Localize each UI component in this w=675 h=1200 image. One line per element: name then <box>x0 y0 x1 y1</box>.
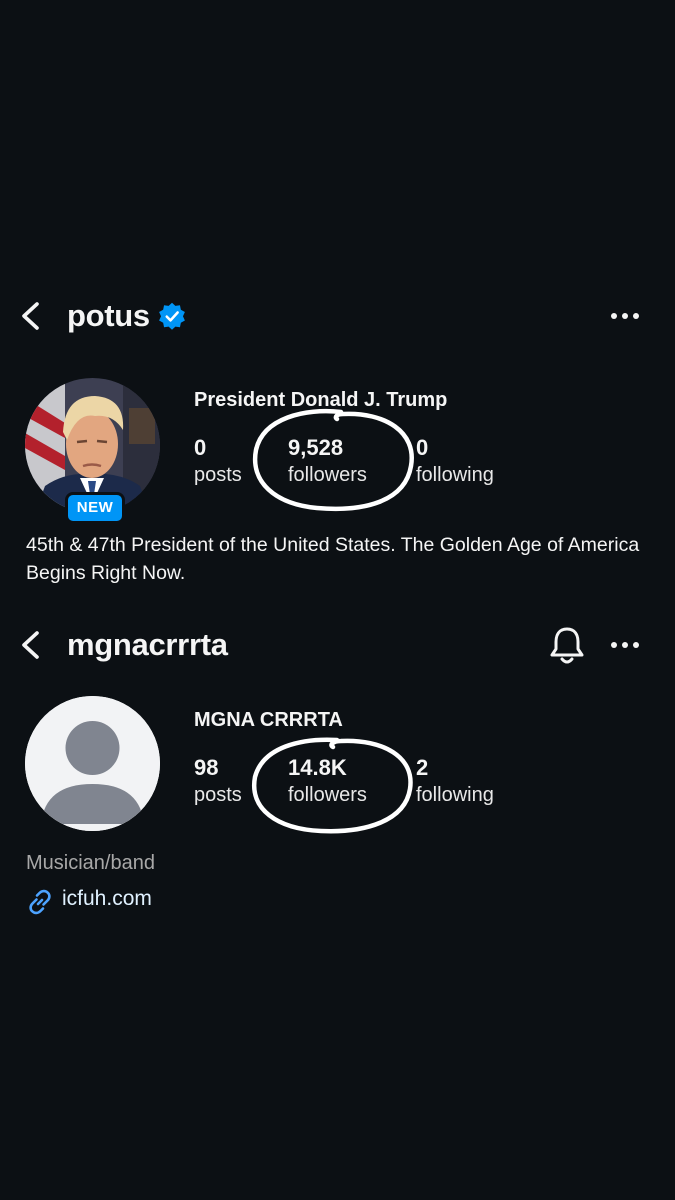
following-label[interactable]: following <box>416 784 494 807</box>
more-options-icon[interactable] <box>606 302 644 330</box>
bio-text: 45th & 47th President of the United Stat… <box>26 534 640 584</box>
more-options-icon[interactable] <box>606 631 644 659</box>
link-icon <box>29 889 51 915</box>
following-count[interactable]: 0 <box>416 435 428 461</box>
verified-badge-icon <box>159 302 185 330</box>
profile-username: potus <box>67 298 150 333</box>
profile-potus: potus NEW President Donald J. Trump 0 po… <box>0 286 675 596</box>
followers-label[interactable]: followers <box>288 784 367 807</box>
display-name: President Donald J. Trump <box>194 389 448 411</box>
display-name: MGNA CRRRTA <box>194 709 343 731</box>
new-badge: NEW <box>65 492 125 524</box>
hand-drawn-circle-annotation <box>252 409 414 512</box>
posts-label: posts <box>194 464 242 486</box>
following-count[interactable]: 2 <box>416 755 428 781</box>
back-chevron-icon[interactable] <box>14 625 48 665</box>
following-label[interactable]: following <box>416 464 494 487</box>
followers-count[interactable]: 14.8K <box>288 755 347 781</box>
posts-count: 0 <box>194 435 207 460</box>
profile-mgnacrrrta: mgnacrrrta MGNA CRRRTA 98 posts 14.8K fo… <box>0 615 675 925</box>
profile-header: potus <box>0 286 675 346</box>
posts-count: 98 <box>194 755 219 780</box>
followers-label[interactable]: followers <box>288 464 367 487</box>
bell-icon[interactable] <box>546 623 588 667</box>
profile-link[interactable]: icfuh.com <box>26 885 206 915</box>
posts-label: posts <box>194 784 242 806</box>
profile-username: mgnacrrrta <box>67 627 228 662</box>
followers-count[interactable]: 9,528 <box>288 435 343 461</box>
default-avatar-icon <box>25 696 160 831</box>
back-chevron-icon[interactable] <box>14 296 48 336</box>
category-label: Musician/band <box>26 852 155 874</box>
profile-header: mgnacrrrta <box>0 615 675 675</box>
avatar[interactable] <box>25 696 160 831</box>
link-text[interactable]: icfuh.com <box>62 887 152 911</box>
